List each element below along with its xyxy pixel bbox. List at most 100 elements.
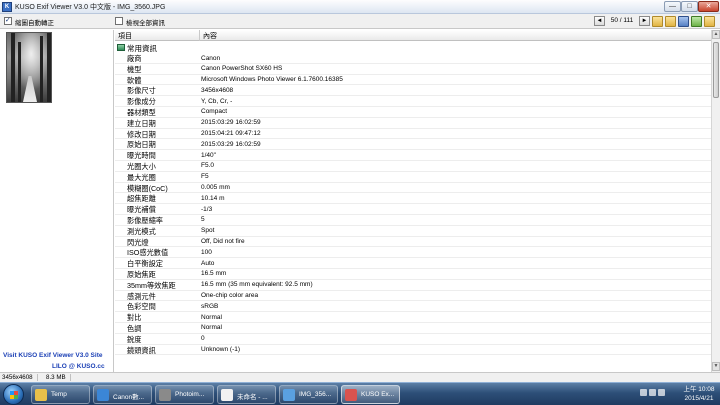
folder-icon[interactable] <box>665 16 676 27</box>
scroll-down-arrow[interactable]: ▼ <box>712 362 720 371</box>
row-value: Microsoft Windows Photo Viewer 6.1.7600.… <box>201 76 343 84</box>
table-row[interactable]: 35mm等效焦距 16.5 mm (35 mm equivalent: 92.5 … <box>115 280 711 291</box>
status-file-size: 8.3 MB <box>46 374 71 381</box>
save-icon[interactable] <box>678 16 689 27</box>
show-all-label: 檢視全部資訊 <box>126 20 165 27</box>
table-row[interactable]: 閃光燈 Off, Did not fire <box>115 237 711 248</box>
table-row[interactable]: 超焦距離 10.14 m <box>115 193 711 205</box>
app-icon <box>97 389 109 401</box>
row-value: Off, Did not fire <box>201 238 245 246</box>
table-row[interactable]: 測光模式 Spot <box>115 226 711 237</box>
table-row[interactable]: 機型 Canon PowerShot SX60 HS <box>115 64 711 75</box>
table-row[interactable]: 修改日期 2015:04:21 09:47:12 <box>115 129 711 140</box>
table-row[interactable]: 影像成分 Y, Cb, Cr, - <box>115 96 711 107</box>
photo-thumbnail[interactable] <box>6 32 52 103</box>
prev-button[interactable]: ◄ <box>594 16 605 26</box>
maximize-button[interactable]: □ <box>681 1 698 12</box>
table-row[interactable]: 感測元件 One-chip color area <box>115 291 711 302</box>
table-row[interactable]: 白平衡設定 Auto <box>115 258 711 269</box>
taskbar-button[interactable]: Canon數... <box>93 385 152 404</box>
row-value: Normal <box>201 324 222 332</box>
table-row[interactable]: 對比 Normal <box>115 312 711 323</box>
page-counter: 50 / 111 <box>610 17 634 24</box>
row-value: One-chip color area <box>201 292 259 300</box>
app-icon: K <box>2 2 12 12</box>
next-button[interactable]: ► <box>639 16 650 26</box>
tray-volume-icon[interactable] <box>658 389 665 396</box>
app-icon <box>345 389 357 401</box>
table-row[interactable]: 曝光時間 1/40" <box>115 150 711 161</box>
row-key: 機型 <box>127 64 142 74</box>
taskbar: Temp Canon數... Photoim... 未命名 - ... IMG_356.… <box>0 382 720 405</box>
table-row[interactable]: 影像壓縮率 5 <box>115 215 711 226</box>
tray-flag-icon[interactable] <box>640 389 647 396</box>
taskbar-button[interactable]: Temp <box>31 385 90 404</box>
exif-list: 項目 內容 常用資訊 廠商 Canon 機型 Canon PowerShot SX60… <box>115 30 711 372</box>
taskbar-button-label: Canon數... <box>113 394 145 401</box>
table-row[interactable]: 器材類型 Compact <box>115 107 711 118</box>
author-link[interactable]: LILO @ KUSO.cc <box>52 363 105 370</box>
table-row[interactable]: 廠商 Canon <box>115 53 711 64</box>
table-row[interactable]: 曝光補償 -1/3 <box>115 204 711 215</box>
site-link[interactable]: Visit KUSO Exif Viewer V3.0 Site <box>3 352 102 359</box>
tray-network-icon[interactable] <box>649 389 656 396</box>
table-row[interactable]: ISO感光數值 100 <box>115 247 711 259</box>
table-row[interactable]: 原始焦距 16.5 mm <box>115 269 711 280</box>
table-row[interactable]: 影像尺寸 3456x4608 <box>115 85 711 97</box>
row-key: 原始日期 <box>127 140 156 150</box>
taskbar-button-label: IMG_356... <box>299 391 332 398</box>
table-row[interactable]: 色彩空間 sRGB <box>115 301 711 313</box>
row-key: 曝光補償 <box>127 205 156 215</box>
row-key: 感測元件 <box>127 291 156 301</box>
row-value: 2015:04:21 09:47:12 <box>201 130 261 138</box>
row-value: Auto <box>201 259 215 267</box>
row-key: 原始焦距 <box>127 269 156 279</box>
table-row[interactable]: 銳度 0 <box>115 334 711 345</box>
row-key: 超焦距離 <box>127 194 156 204</box>
clock[interactable]: 上午 10:08 2015/4/21 <box>680 385 718 403</box>
app-icon <box>221 389 233 401</box>
show-all-checkbox[interactable] <box>115 17 123 25</box>
start-button[interactable] <box>3 384 24 405</box>
close-button[interactable]: ✕ <box>698 1 719 12</box>
taskbar-button[interactable]: KUSO Ex... <box>341 385 400 404</box>
system-tray <box>640 389 676 399</box>
column-header-content[interactable]: 內容 <box>203 31 217 41</box>
row-value: 5 <box>201 216 205 224</box>
toolbar: 縮圖自動轉正 檢視全部資訊 ◄ 50 / 111 ► <box>0 14 720 29</box>
scroll-thumb[interactable] <box>713 42 719 98</box>
auto-rotate-checkbox[interactable] <box>4 16 12 25</box>
row-value: Y, Cb, Cr, - <box>201 97 233 105</box>
row-value: 1/40" <box>201 151 216 159</box>
taskbar-button[interactable]: IMG_356... <box>279 385 338 404</box>
table-row[interactable]: 模糊圈(CoC) 0.005 mm <box>115 183 711 194</box>
table-row[interactable]: 色調 Normal <box>115 323 711 334</box>
row-value: 0.005 mm <box>201 184 230 192</box>
table-row[interactable]: 軟體 Microsoft Windows Photo Viewer 6.1.760… <box>115 75 711 86</box>
table-row[interactable]: 原始日期 2015:03:29 16:02:59 <box>115 139 711 151</box>
row-key: 35mm等效焦距 <box>127 280 176 290</box>
row-key: 對比 <box>127 313 142 323</box>
scroll-up-arrow[interactable]: ▲ <box>712 30 720 39</box>
row-value: 16.5 mm (35 mm equivalent: 92.5 mm) <box>201 281 313 289</box>
taskbar-button[interactable]: Photoim... <box>155 385 214 404</box>
clock-date: 2015/4/21 <box>684 395 714 402</box>
row-value: sRGB <box>201 302 219 310</box>
table-row[interactable]: 鏡頭資訊 Unknown (-1) <box>115 345 711 356</box>
table-row[interactable]: 建立日期 2015:03:29 16:02:59 <box>115 118 711 129</box>
row-key: 廠商 <box>127 54 142 63</box>
row-value: 16.5 mm <box>201 270 227 278</box>
table-row[interactable]: 最大光圈 F5 <box>115 172 711 183</box>
status-bar: 3456x4608 8.3 MB <box>0 372 720 382</box>
group-common-info[interactable]: 常用資訊 <box>115 42 711 53</box>
minimize-button[interactable]: — <box>664 1 681 12</box>
open-folder-icon[interactable] <box>652 16 663 27</box>
row-key: 色彩空間 <box>127 302 156 312</box>
settings-icon[interactable] <box>704 16 715 27</box>
column-header-item[interactable]: 項目 <box>118 31 132 41</box>
row-key: 測光模式 <box>127 226 156 236</box>
export-icon[interactable] <box>691 16 702 27</box>
taskbar-button[interactable]: 未命名 - ... <box>217 385 276 404</box>
table-row[interactable]: 光圈大小 F5.0 <box>115 161 711 172</box>
vertical-scrollbar[interactable]: ▲ ▼ <box>711 30 720 372</box>
